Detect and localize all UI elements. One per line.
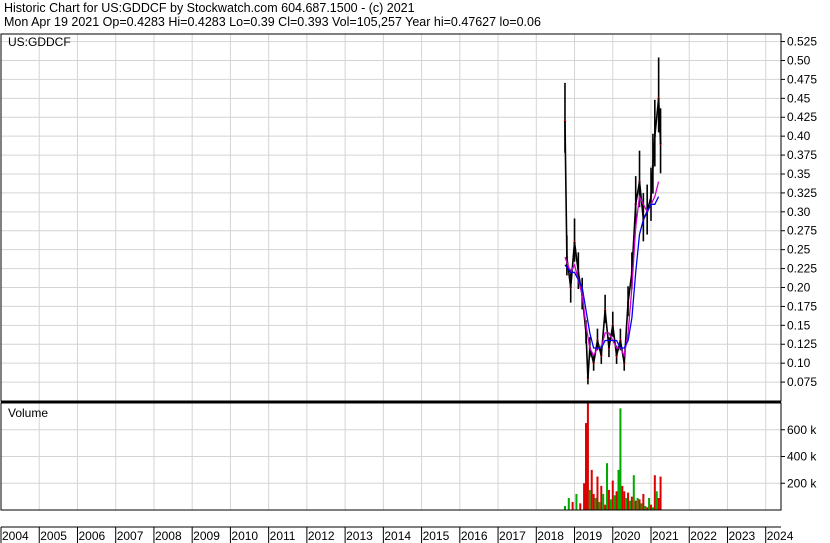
x-tick-label: 2022 (690, 529, 717, 543)
volume-bar (621, 485, 624, 510)
x-tick-label: 2021 (652, 529, 679, 543)
x-tick-label: 2009 (193, 529, 220, 543)
volume-y-tick-label: 600 k (787, 423, 817, 437)
volume-bar (615, 491, 618, 510)
volume-bar (628, 500, 631, 510)
volume-bar (650, 504, 652, 510)
x-tick-label: 2015 (423, 529, 450, 543)
price-y-tick-label: 0.075 (787, 375, 817, 389)
volume-bar (648, 497, 651, 510)
volume-bar (563, 505, 566, 510)
volume-bar (586, 403, 589, 510)
price-y-tick-label: 0.175 (787, 299, 817, 313)
volume-bar (630, 496, 633, 510)
volume-bar (655, 491, 658, 510)
x-tick-label: 2018 (537, 529, 564, 543)
x-tick-label: 2010 (231, 529, 258, 543)
x-tick-label: 2006 (78, 529, 105, 543)
price-panel-grid (1, 34, 781, 401)
price-y-tick-label: 0.225 (787, 262, 817, 276)
volume-bar (596, 476, 599, 510)
price-y-tick-label: 0.40 (787, 129, 811, 143)
volume-bar (640, 503, 643, 510)
x-tick-label: 2019 (576, 529, 603, 543)
volume-bar (585, 423, 587, 510)
volume-bar (598, 501, 601, 510)
volume-bar (583, 483, 586, 510)
x-tick-label: 2012 (308, 529, 335, 543)
volume-bar (617, 469, 620, 510)
volume-panel-grid (1, 403, 781, 510)
volume-bar (567, 497, 570, 510)
volume-bar (632, 475, 635, 510)
volume-bar (579, 503, 582, 510)
volume-bar (638, 499, 641, 510)
volume-bar (634, 500, 637, 510)
volume-bar (657, 497, 660, 510)
volume-y-tick-label: 400 k (787, 450, 817, 464)
volume-bar (659, 476, 662, 510)
price-y-tick-label: 0.50 (787, 53, 811, 67)
price-line-segment (604, 310, 610, 349)
price-line-segment (564, 121, 568, 258)
volume-bar (619, 408, 622, 510)
price-y-tick-label: 0.15 (787, 318, 811, 332)
volume-bar (636, 497, 639, 510)
price-y-tick-label: 0.35 (787, 167, 811, 181)
volume-panel-title: Volume (8, 406, 48, 420)
volume-bar (607, 489, 610, 510)
x-tick-label: 2016 (461, 529, 488, 543)
price-y-tick-label: 0.45 (787, 91, 811, 105)
x-tick-label: 2004 (2, 529, 29, 543)
volume-bar (571, 501, 574, 510)
x-tick-label: 2020 (614, 529, 641, 543)
price-y-tick-label: 0.25 (787, 243, 811, 257)
volume-bar (613, 495, 616, 510)
volume-bar (590, 469, 593, 510)
price-line-segment (587, 347, 591, 379)
price-y-tick-label: 0.275 (787, 224, 817, 238)
price-y-tick-label: 0.20 (787, 280, 811, 294)
x-tick-label: 2014 (384, 529, 411, 543)
volume-bar (602, 493, 605, 510)
price-y-tick-label: 0.30 (787, 205, 811, 219)
panel-frames (0, 33, 785, 543)
x-tick-label: 2013 (346, 529, 373, 543)
price-y-tick-label: 0.375 (787, 148, 817, 162)
price-y-tick-label: 0.425 (787, 110, 817, 124)
price-y-tick-label: 0.525 (787, 35, 817, 49)
x-tick-label: 2005 (40, 529, 67, 543)
x-tick-label: 2024 (767, 529, 794, 543)
x-tick-label: 2008 (155, 529, 182, 543)
price-y-tick-label: 0.475 (787, 72, 817, 86)
volume-bar (588, 489, 591, 510)
volume-bar (627, 492, 630, 510)
price-y-tick-label: 0.125 (787, 337, 817, 351)
volume-bar (594, 497, 597, 510)
x-tick-label: 2023 (728, 529, 755, 543)
x-tick-label: 2017 (499, 529, 526, 543)
axis-labels: 2004 2005 2006 2007 2008 2009 2010 2011 2012 2013… (2, 35, 817, 543)
stock-chart: 2004 2005 2006 2007 2008 2009 2010 2011 2012 2013… (0, 33, 817, 543)
volume-bar (600, 485, 603, 510)
volume-bar (623, 491, 626, 510)
price-y-tick-label: 0.325 (787, 186, 817, 200)
volume-bar (604, 504, 607, 510)
x-tick-label: 2007 (117, 529, 144, 543)
volume-bar (625, 497, 628, 510)
volume-bar (642, 493, 645, 510)
price-panel-title: US:GDDCF (8, 35, 71, 49)
volume-bar (644, 505, 647, 510)
volume-bar (653, 475, 656, 510)
price-panel-frame (0, 33, 782, 402)
x-tick-label: 2011 (270, 529, 296, 543)
volume-bar (592, 493, 595, 510)
volume-bar (606, 463, 609, 510)
volume-bar (611, 480, 614, 510)
price-line-segment (657, 98, 662, 144)
volume-bar (575, 493, 578, 510)
volume-y-tick-label: 200 k (787, 476, 817, 490)
price-y-tick-label: 0.10 (787, 356, 811, 370)
volume-bar (609, 499, 612, 510)
